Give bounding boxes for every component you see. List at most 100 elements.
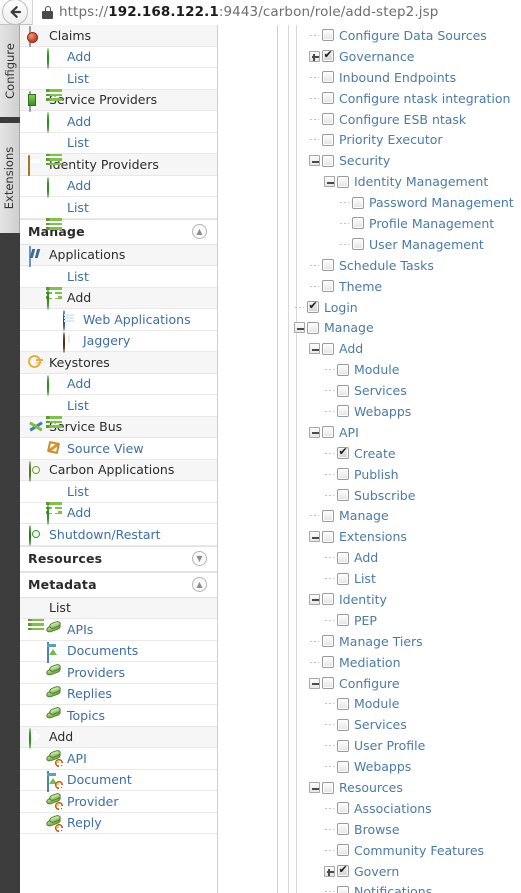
- chevron-up-icon[interactable]: ▲: [192, 224, 207, 239]
- vertical-tab-configure[interactable]: Configure: [0, 25, 20, 117]
- tree-node[interactable]: Resources: [290, 777, 521, 798]
- tree-node-checkbox[interactable]: [322, 342, 334, 355]
- tree-node[interactable]: Manage: [290, 317, 521, 338]
- tree-node[interactable]: Priority Executor: [290, 129, 521, 150]
- menu-header-carbon-applications[interactable]: Carbon Applications: [20, 459, 217, 482]
- tree-node[interactable]: Associations: [290, 798, 521, 819]
- tree-node-checkbox[interactable]: [322, 677, 334, 690]
- tree-node-checkbox[interactable]: [322, 92, 334, 105]
- tree-node[interactable]: Configure: [290, 673, 521, 694]
- chevron-up-icon[interactable]: ▲: [192, 577, 207, 592]
- tree-node[interactable]: Manage: [290, 505, 521, 526]
- collapse-minus-icon[interactable]: [309, 677, 320, 689]
- tree-node[interactable]: Community Features: [290, 840, 521, 861]
- tree-node[interactable]: Module: [290, 694, 521, 715]
- tree-node-checkbox[interactable]: [322, 656, 334, 669]
- tree-node[interactable]: Password Management: [290, 192, 521, 213]
- expand-plus-icon[interactable]: [324, 865, 335, 877]
- tree-node-checkbox[interactable]: [337, 885, 349, 893]
- collapse-minus-icon[interactable]: [309, 531, 320, 543]
- tree-node-checkbox[interactable]: [322, 509, 334, 522]
- menu-header-metadata-list[interactable]: List: [20, 597, 217, 631]
- tree-node-checkbox[interactable]: [322, 71, 334, 84]
- menu-item-metadata-topics[interactable]: Topics: [20, 705, 217, 727]
- tree-node-checkbox[interactable]: [337, 823, 349, 836]
- menu-item-carbon-add[interactable]: Add: [20, 502, 217, 525]
- tree-node[interactable]: Login: [290, 297, 521, 318]
- tree-node-checkbox[interactable]: [322, 781, 334, 794]
- tree-node-checkbox[interactable]: [337, 363, 349, 376]
- tree-node[interactable]: Webapps: [290, 401, 521, 422]
- menu-item-metadata-add-document[interactable]: Document: [20, 769, 217, 792]
- tree-node-checkbox[interactable]: [337, 739, 349, 752]
- collapse-minus-icon[interactable]: [309, 343, 320, 355]
- tree-node-checkbox[interactable]: [337, 718, 349, 731]
- tree-node-checkbox[interactable]: [352, 217, 364, 230]
- tree-node[interactable]: Configure Data Sources: [290, 25, 521, 46]
- tree-node[interactable]: Theme: [290, 276, 521, 297]
- tree-node[interactable]: Services: [290, 714, 521, 735]
- tree-node-checkbox[interactable]: [322, 154, 334, 167]
- tree-node-checkbox[interactable]: [322, 48, 334, 63]
- tree-node-checkbox[interactable]: [322, 29, 334, 42]
- tree-node[interactable]: Add: [290, 338, 521, 359]
- tree-node[interactable]: Browse: [290, 819, 521, 840]
- url-bar[interactable]: https://192.168.122.1:9443/carbon/role/a…: [32, 0, 521, 25]
- collapse-minus-icon[interactable]: [309, 782, 320, 793]
- tree-node[interactable]: Manage Tiers: [290, 631, 521, 652]
- menu-item-sp-list[interactable]: List: [20, 132, 217, 166]
- menu-item-metadata-add-reply[interactable]: Reply: [20, 812, 217, 834]
- tree-node-checkbox[interactable]: [337, 489, 349, 502]
- menu-item-metadata-add-api[interactable]: API: [20, 748, 217, 770]
- tree-node[interactable]: User Profile: [290, 735, 521, 756]
- tree-node-checkbox[interactable]: [307, 299, 319, 314]
- tree-node-checkbox[interactable]: [322, 593, 334, 606]
- tree-node-checkbox[interactable]: [322, 113, 334, 125]
- tree-node-checkbox[interactable]: [337, 445, 349, 460]
- menu-item-web-applications[interactable]: Web Applications: [20, 309, 217, 332]
- tree-node[interactable]: Subscribe: [290, 485, 521, 506]
- collapse-minus-icon[interactable]: [309, 593, 320, 605]
- menu-item-jaggery[interactable]: Jaggery: [20, 330, 217, 353]
- tree-node-checkbox[interactable]: [322, 133, 334, 146]
- tree-node[interactable]: Configure ESB ntask: [290, 109, 521, 130]
- tree-node-checkbox[interactable]: [337, 551, 349, 564]
- tree-node-checkbox[interactable]: [337, 863, 349, 878]
- tree-node[interactable]: Notifications: [290, 882, 521, 893]
- menu-item-shutdown-restart[interactable]: Shutdown/Restart: [20, 524, 217, 547]
- menu-item-applications-list[interactable]: List: [20, 266, 217, 299]
- menu-item-claims-add[interactable]: Add: [20, 46, 217, 69]
- menu-header-keystores[interactable]: Keystores: [20, 352, 217, 374]
- menu-item-metadata-documents[interactable]: Documents: [20, 640, 217, 663]
- tree-node[interactable]: Profile Management: [290, 213, 521, 234]
- menu-header-metadata-add[interactable]: Add: [20, 726, 217, 749]
- tree-node[interactable]: Identity: [290, 589, 521, 610]
- tree-node-checkbox[interactable]: [337, 844, 349, 857]
- menu-item-source-view[interactable]: Source View: [20, 438, 217, 460]
- back-button[interactable]: [2, 0, 28, 25]
- menu-header-applications[interactable]: Applications: [20, 244, 217, 267]
- menu-header-claims[interactable]: Claims: [20, 25, 217, 48]
- tree-node[interactable]: User Management: [290, 234, 521, 255]
- tree-node-checkbox[interactable]: [337, 760, 349, 773]
- menu-item-metadata-add-provider[interactable]: Provider: [20, 791, 217, 813]
- tree-node[interactable]: Inbound Endpoints: [290, 67, 521, 88]
- tree-node[interactable]: API: [290, 422, 521, 443]
- collapse-minus-icon[interactable]: [294, 322, 305, 334]
- tree-node-checkbox[interactable]: [322, 280, 334, 293]
- tree-node-checkbox[interactable]: [322, 530, 334, 543]
- menu-item-idp-add[interactable]: Add: [20, 175, 217, 198]
- tree-node-checkbox[interactable]: [337, 614, 349, 627]
- section-header-resources[interactable]: Resources ▼: [20, 545, 217, 572]
- tree-node-checkbox[interactable]: [337, 405, 349, 418]
- tree-node[interactable]: Identity Management: [290, 171, 521, 192]
- tree-node[interactable]: Add: [290, 547, 521, 568]
- tree-node[interactable]: Govern: [290, 861, 521, 882]
- menu-item-keystores-list[interactable]: List: [20, 395, 217, 428]
- tree-node[interactable]: Extensions: [290, 526, 521, 547]
- tree-node[interactable]: Publish: [290, 464, 521, 485]
- vertical-tab-extensions[interactable]: Extensions: [0, 123, 20, 233]
- tree-node-checkbox[interactable]: [337, 572, 349, 585]
- tree-node[interactable]: Create: [290, 443, 521, 464]
- tree-node[interactable]: Schedule Tasks: [290, 255, 521, 276]
